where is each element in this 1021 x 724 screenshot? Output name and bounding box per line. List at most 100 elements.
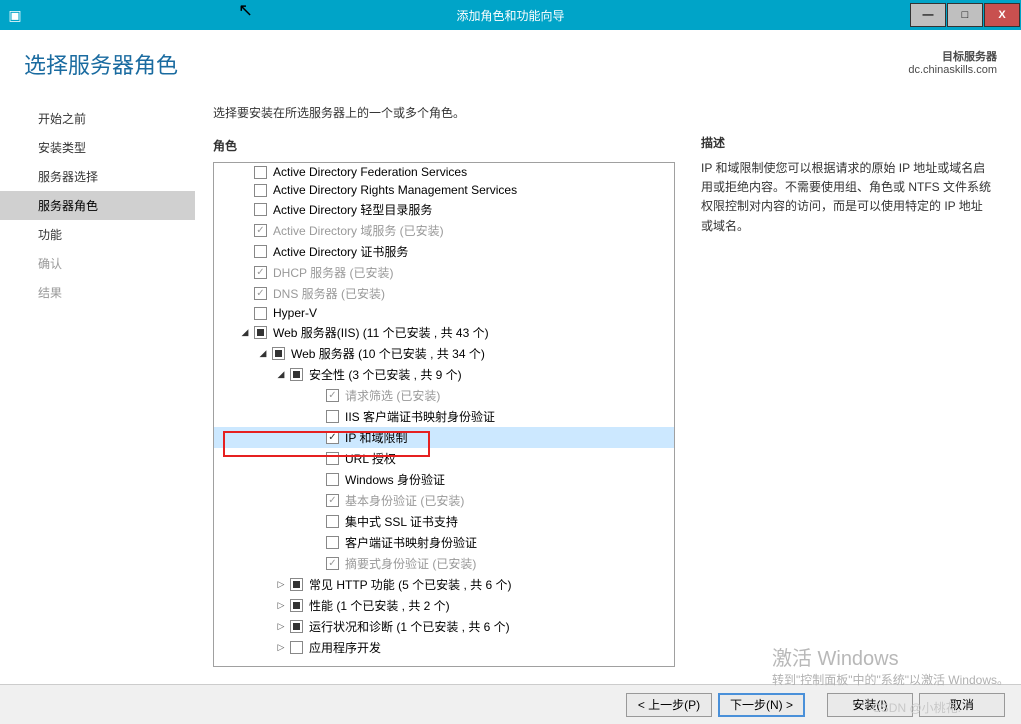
checkbox <box>254 224 267 237</box>
tree-item-label: 基本身份验证 (已安装) <box>345 492 464 509</box>
checkbox[interactable] <box>326 431 339 444</box>
checkbox[interactable] <box>290 641 303 654</box>
maximize-button[interactable]: □ <box>947 3 983 27</box>
footer: < 上一步(P) 下一步(N) > 安装(I) 取消 <box>0 684 1021 724</box>
checkbox <box>254 287 267 300</box>
next-button[interactable]: 下一步(N) > <box>718 693 805 717</box>
checkbox[interactable] <box>290 620 303 633</box>
tree-row-20[interactable]: ▷ 常见 HTTP 功能 (5 个已安装 , 共 6 个) <box>214 574 674 595</box>
roles-tree[interactable]: Active Directory Federation Services Acti… <box>213 162 675 667</box>
checkbox[interactable] <box>272 347 285 360</box>
header: 选择服务器角色 目标服务器 dc.chinaskills.com <box>0 30 1021 90</box>
tree-item-label: IP 和域限制 <box>345 429 407 446</box>
cancel-button[interactable]: 取消 <box>919 693 1005 717</box>
collapse-icon[interactable]: ◢ <box>274 368 288 382</box>
install-button[interactable]: 安装(I) <box>827 693 913 717</box>
collapse-icon[interactable]: ◢ <box>238 326 252 340</box>
instruction-text: 选择要安装在所选服务器上的一个或多个角色。 <box>213 104 675 121</box>
checkbox <box>326 557 339 570</box>
checkbox[interactable] <box>326 452 339 465</box>
tree-item-label: 请求筛选 (已安装) <box>345 387 440 404</box>
checkbox[interactable] <box>254 307 267 320</box>
description-text: IP 和域限制使您可以根据请求的原始 IP 地址或域名启用或拒绝内容。不需要使用… <box>701 159 993 236</box>
collapse-icon[interactable]: ◢ <box>256 347 270 361</box>
tree-item-label: Active Directory Federation Services <box>273 165 467 179</box>
step-1[interactable]: 安装类型 <box>0 133 195 162</box>
main: 选择要安装在所选服务器上的一个或多个角色。 角色 Active Director… <box>195 90 1021 680</box>
tree-item-label: 常见 HTTP 功能 (5 个已安装 , 共 6 个) <box>309 576 511 593</box>
cursor-icon: ↖ <box>238 0 253 21</box>
step-6: 结果 <box>0 278 195 307</box>
tree-row-18[interactable]: 客户端证书映射身份验证 <box>214 532 674 553</box>
expand-icon[interactable]: ▷ <box>274 599 288 613</box>
tree-item-label: Web 服务器(IIS) (11 个已安装 , 共 43 个) <box>273 324 489 341</box>
page-title: 选择服务器角色 <box>24 48 178 80</box>
previous-button[interactable]: < 上一步(P) <box>626 693 712 717</box>
tree-item-label: Active Directory Rights Management Servi… <box>273 183 517 197</box>
checkbox <box>254 266 267 279</box>
close-button[interactable]: X <box>984 3 1020 27</box>
tree-item-label: Windows 身份验证 <box>345 471 445 488</box>
tree-row-8[interactable]: ◢ Web 服务器(IIS) (11 个已安装 , 共 43 个) <box>214 322 674 343</box>
checkbox[interactable] <box>326 410 339 423</box>
tree-row-23[interactable]: ▷应用程序开发 <box>214 637 674 658</box>
description-pane: 描述 IP 和域限制使您可以根据请求的原始 IP 地址或域名启用或拒绝内容。不需… <box>701 104 993 680</box>
tree-item-label: Active Directory 域服务 (已安装) <box>273 222 444 239</box>
tree-item-label: 集中式 SSL 证书支持 <box>345 513 458 530</box>
tree-row-7[interactable]: Hyper-V <box>214 304 674 322</box>
body: 开始之前安装类型服务器选择服务器角色功能确认结果 选择要安装在所选服务器上的一个… <box>0 90 1021 680</box>
step-2[interactable]: 服务器选择 <box>0 162 195 191</box>
app-icon: ▣ <box>0 0 30 30</box>
tree-item-label: IIS 客户端证书映射身份验证 <box>345 408 495 425</box>
tree-row-5[interactable]: DHCP 服务器 (已安装) <box>214 262 674 283</box>
step-4[interactable]: 功能 <box>0 220 195 249</box>
tree-item-label: 运行状况和诊断 (1 个已安装 , 共 6 个) <box>309 618 510 635</box>
checkbox <box>326 494 339 507</box>
tree-item-label: URL 授权 <box>345 450 396 467</box>
tree-row-6[interactable]: DNS 服务器 (已安装) <box>214 283 674 304</box>
minimize-button[interactable]: — <box>910 3 946 27</box>
checkbox[interactable] <box>290 599 303 612</box>
target-value: dc.chinaskills.com <box>908 64 997 76</box>
checkbox[interactable] <box>290 578 303 591</box>
expand-icon[interactable]: ▷ <box>274 641 288 655</box>
tree-row-21[interactable]: ▷性能 (1 个已安装 , 共 2 个) <box>214 595 674 616</box>
tree-row-2[interactable]: Active Directory 轻型目录服务 <box>214 199 674 220</box>
tree-item-label: Active Directory 轻型目录服务 <box>273 201 432 218</box>
tree-row-16[interactable]: 基本身份验证 (已安装) <box>214 490 674 511</box>
tree-item-label: 客户端证书映射身份验证 <box>345 534 477 551</box>
expand-icon[interactable]: ▷ <box>274 620 288 634</box>
tree-row-4[interactable]: Active Directory 证书服务 <box>214 241 674 262</box>
tree-item-label: DHCP 服务器 (已安装) <box>273 264 393 281</box>
expand-icon[interactable]: ▷ <box>274 578 288 592</box>
checkbox[interactable] <box>326 536 339 549</box>
tree-row-3[interactable]: Active Directory 域服务 (已安装) <box>214 220 674 241</box>
checkbox[interactable] <box>254 184 267 197</box>
tree-item-label: Hyper-V <box>273 306 317 320</box>
checkbox[interactable] <box>254 166 267 179</box>
tree-item-label: Active Directory 证书服务 <box>273 243 408 260</box>
step-0[interactable]: 开始之前 <box>0 104 195 133</box>
checkbox[interactable] <box>290 368 303 381</box>
checkbox[interactable] <box>254 245 267 258</box>
tree-row-13[interactable]: IP 和域限制 <box>214 427 674 448</box>
tree-row-15[interactable]: Windows 身份验证 <box>214 469 674 490</box>
tree-item-label: Web 服务器 (10 个已安装 , 共 34 个) <box>291 345 485 362</box>
checkbox[interactable] <box>254 203 267 216</box>
checkbox[interactable] <box>326 515 339 528</box>
tree-row-19[interactable]: 摘要式身份验证 (已安装) <box>214 553 674 574</box>
step-3[interactable]: 服务器角色 <box>0 191 195 220</box>
checkbox[interactable] <box>326 473 339 486</box>
tree-row-12[interactable]: IIS 客户端证书映射身份验证 <box>214 406 674 427</box>
tree-row-10[interactable]: ◢安全性 (3 个已安装 , 共 9 个) <box>214 364 674 385</box>
tree-item-label: DNS 服务器 (已安装) <box>273 285 385 302</box>
tree-row-17[interactable]: 集中式 SSL 证书支持 <box>214 511 674 532</box>
tree-row-9[interactable]: ◢ Web 服务器 (10 个已安装 , 共 34 个) <box>214 343 674 364</box>
tree-row-14[interactable]: URL 授权 <box>214 448 674 469</box>
tree-row-11[interactable]: 请求筛选 (已安装) <box>214 385 674 406</box>
checkbox <box>326 389 339 402</box>
checkbox[interactable] <box>254 326 267 339</box>
tree-row-0[interactable]: Active Directory Federation Services <box>214 163 674 181</box>
tree-row-1[interactable]: Active Directory Rights Management Servi… <box>214 181 674 199</box>
tree-row-22[interactable]: ▷ 运行状况和诊断 (1 个已安装 , 共 6 个) <box>214 616 674 637</box>
